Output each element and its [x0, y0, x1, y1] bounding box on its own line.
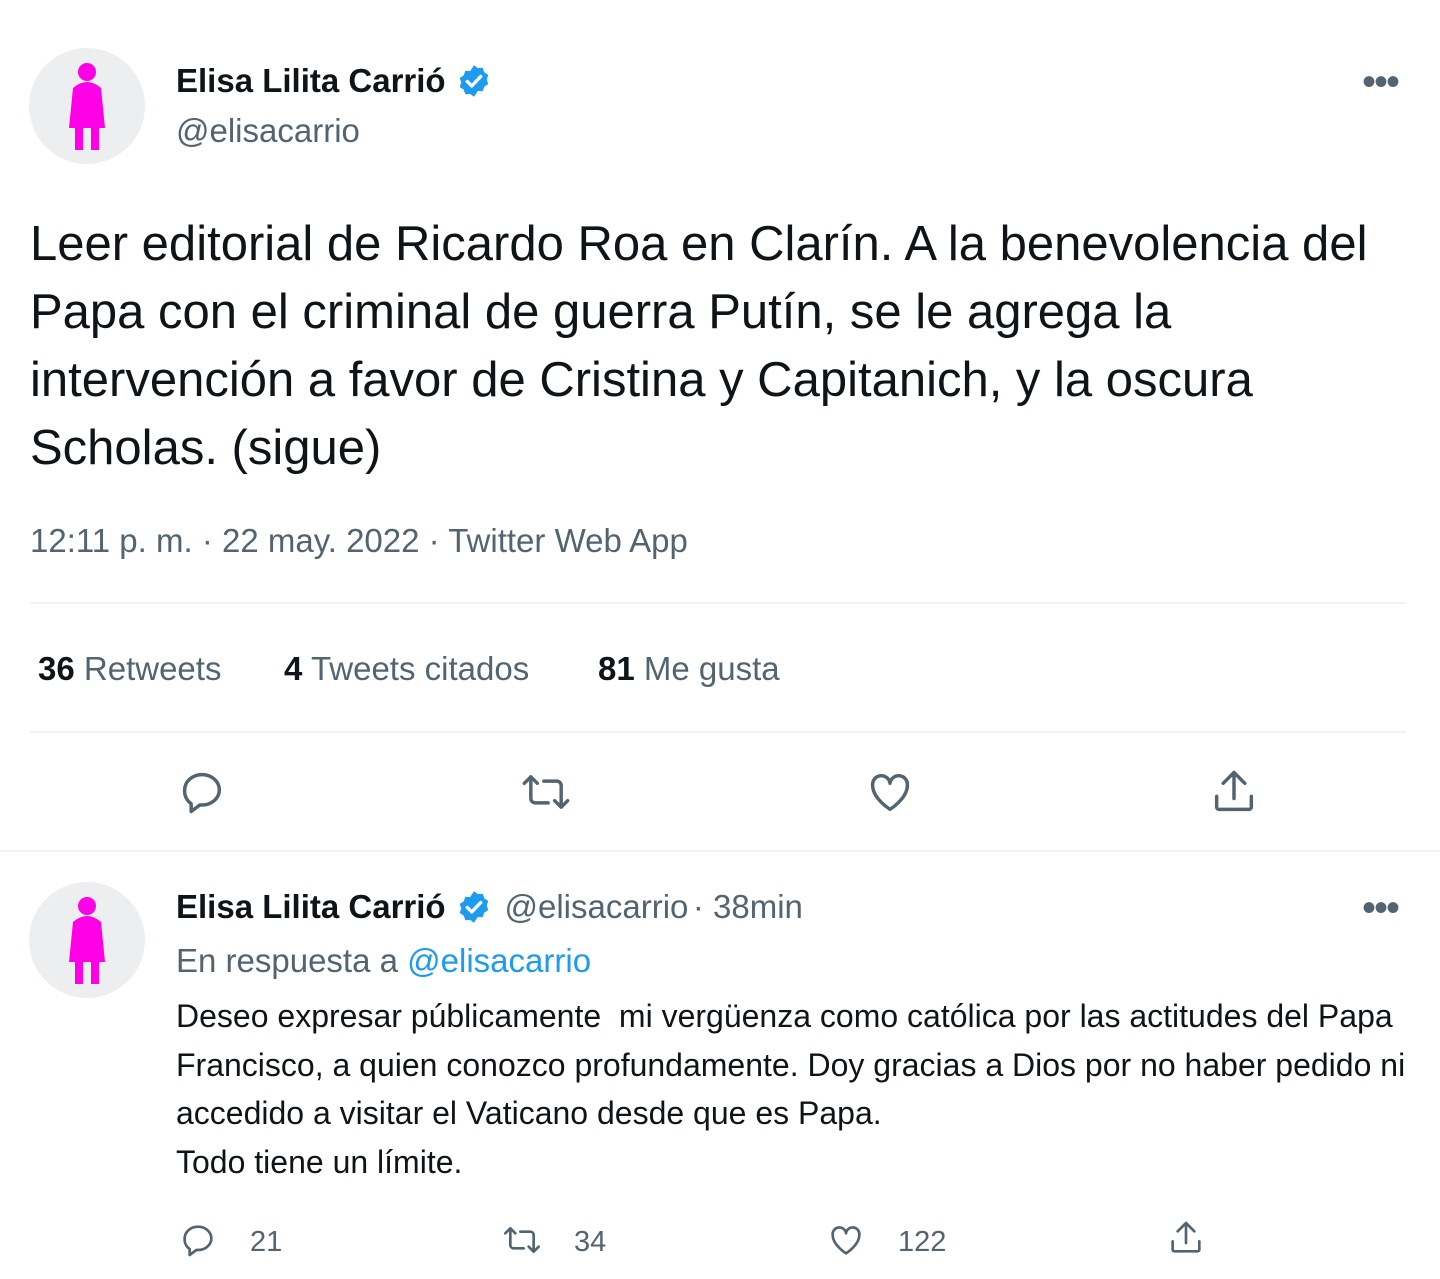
likes-count: 81	[598, 650, 635, 687]
tweet-text: Leer editorial de Ricardo Roa en Clarín.…	[30, 217, 1368, 475]
replying-to: En respuesta a @elisacarrio	[176, 942, 591, 980]
like-icon[interactable]	[864, 766, 916, 823]
quotes-count: 4	[284, 650, 303, 687]
quotes-stat[interactable]: 4 Tweets citados	[284, 650, 529, 688]
retweets-stat[interactable]: 36 Retweets	[38, 650, 221, 688]
person-figure-icon	[69, 897, 105, 984]
reply-author-row: Elisa Lilita Carrió @elisacarrio · 38min	[176, 888, 803, 934]
reply-count: 21	[250, 1226, 283, 1258]
divider	[0, 850, 1440, 852]
retweet-icon[interactable]	[500, 1220, 544, 1265]
likes-label: Me gusta	[643, 650, 780, 687]
quotes-label: Tweets citados	[310, 650, 530, 687]
reply-text: Deseo expresar públicamente mi vergüenza…	[176, 998, 1406, 1180]
like-icon[interactable]	[826, 1220, 866, 1265]
author-name[interactable]: Elisa Lilita Carrió	[176, 62, 446, 99]
person-figure-icon	[69, 63, 105, 150]
reply-icon[interactable]	[178, 1220, 218, 1265]
more-options-icon[interactable]: •••	[1362, 62, 1400, 102]
author-handle[interactable]: @elisacarrio	[505, 888, 689, 925]
retweets-count: 36	[38, 650, 75, 687]
divider	[30, 602, 1406, 604]
avatar[interactable]	[29, 48, 145, 164]
likes-stat[interactable]: 81 Me gusta	[598, 650, 780, 688]
author-handle[interactable]: @elisacarrio	[176, 112, 360, 150]
reply-time[interactable]: · 38min	[693, 888, 803, 925]
verified-badge-icon	[456, 63, 492, 104]
verified-badge-icon	[456, 889, 492, 930]
tweet-timestamp[interactable]: 12:11 p. m. · 22 may. 2022 · Twitter Web…	[30, 522, 688, 560]
reply-icon[interactable]	[176, 766, 228, 823]
retweet-icon[interactable]	[518, 766, 574, 823]
like-count: 122	[898, 1226, 947, 1258]
share-icon[interactable]	[1166, 1218, 1206, 1263]
share-icon[interactable]	[1208, 766, 1260, 823]
author-name[interactable]: Elisa Lilita Carrió	[176, 888, 446, 925]
avatar[interactable]	[29, 882, 145, 998]
retweet-count: 34	[574, 1226, 607, 1258]
replying-prefix: En respuesta a	[176, 942, 408, 979]
replying-mention-link[interactable]: @elisacarrio	[407, 942, 591, 979]
divider	[30, 731, 1406, 733]
author-row: Elisa Lilita Carrió	[176, 62, 492, 108]
more-options-icon[interactable]: •••	[1362, 888, 1400, 928]
retweets-label: Retweets	[83, 650, 222, 687]
